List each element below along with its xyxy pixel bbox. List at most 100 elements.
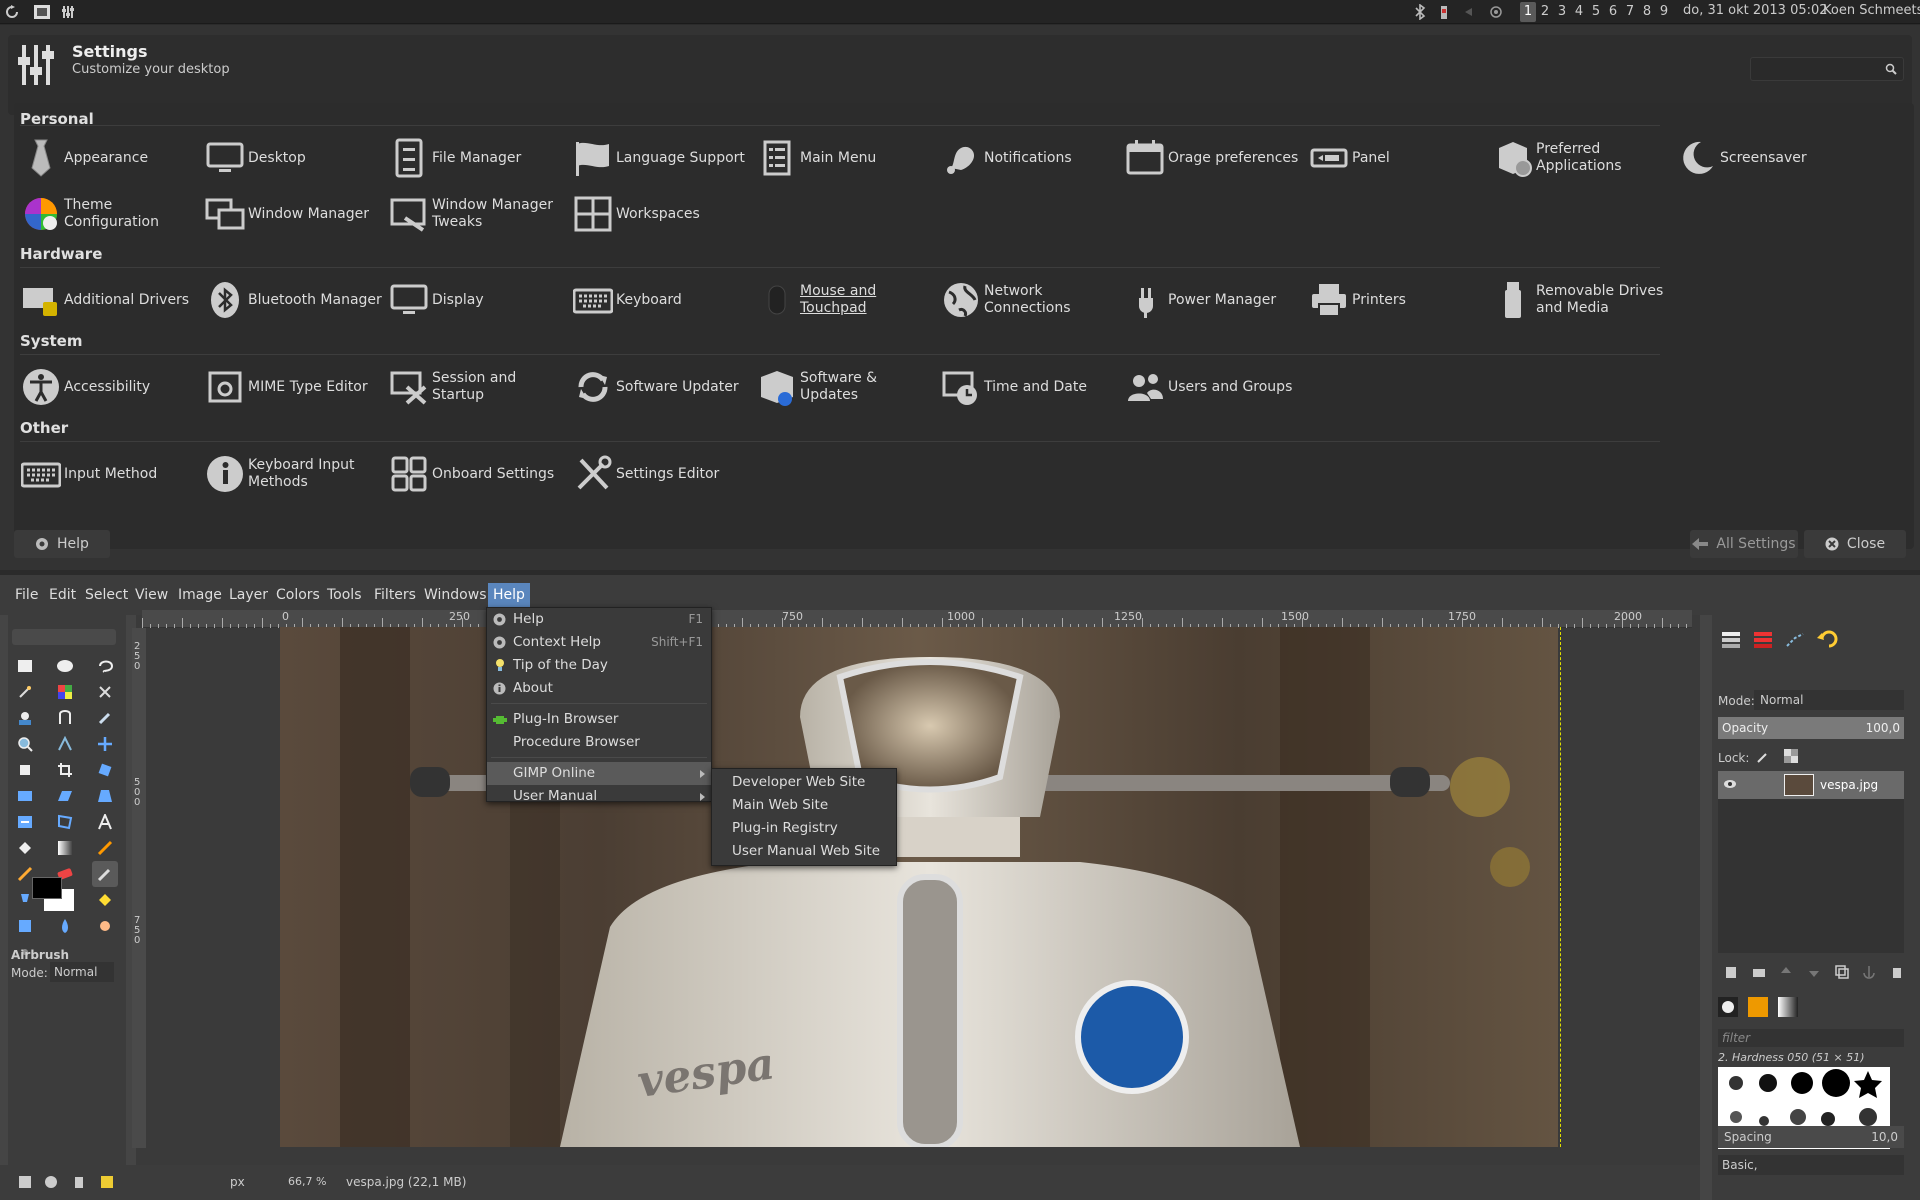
lasso-icon[interactable] xyxy=(92,653,118,679)
settings-item-appearance[interactable]: Appearance xyxy=(18,133,200,183)
eye-icon[interactable] xyxy=(1724,779,1736,789)
menu-view[interactable]: View xyxy=(130,583,173,607)
settings-item-software-updater[interactable]: Software Updater xyxy=(570,362,752,412)
settings-item-keyboard-input-methods[interactable]: Keyboard Input Methods xyxy=(202,449,384,499)
pencil-icon[interactable] xyxy=(92,835,118,861)
new-layer-icon[interactable] xyxy=(1724,965,1738,979)
anchor-layer-icon[interactable] xyxy=(1862,965,1876,979)
menu-select[interactable]: Select xyxy=(80,583,133,607)
settings-search-input[interactable] xyxy=(1750,57,1904,81)
rotate-icon[interactable] xyxy=(92,757,118,783)
settings-item-mime-type-editor[interactable]: MIME Type Editor xyxy=(202,362,384,412)
menu-layer[interactable]: Layer xyxy=(224,583,273,607)
close-button[interactable]: Close xyxy=(1804,530,1906,558)
scissors-icon[interactable] xyxy=(92,679,118,705)
shear-icon[interactable] xyxy=(52,783,78,809)
workspace-8[interactable]: 8 xyxy=(1639,2,1655,22)
measure-icon[interactable] xyxy=(52,731,78,757)
workspace-5[interactable]: 5 xyxy=(1588,2,1604,22)
ellipse-select-icon[interactable] xyxy=(52,653,78,679)
spacing-slider[interactable]: Spacing 10,0 xyxy=(1718,1126,1904,1148)
help-button[interactable]: Help xyxy=(14,530,110,558)
lock-pixels-icon[interactable] xyxy=(1756,750,1770,764)
color-picker-icon[interactable] xyxy=(92,705,118,731)
color-select-icon[interactable] xyxy=(52,679,78,705)
settings-item-workspaces[interactable]: Workspaces xyxy=(570,189,752,239)
menu-image[interactable]: Image xyxy=(173,583,227,607)
perspective-clone-icon[interactable] xyxy=(12,913,38,939)
submenu-item-developer-web-site[interactable]: Developer Web Site xyxy=(732,771,865,794)
workspace-9[interactable]: 9 xyxy=(1656,2,1672,22)
settings-item-removable-drives[interactable]: Removable Drives and Media xyxy=(1490,275,1690,325)
settings-item-preferred-applications[interactable]: Preferred Applications xyxy=(1490,133,1672,183)
workspace-4[interactable]: 4 xyxy=(1571,2,1587,22)
settings-item-theme-configuration[interactable]: Theme Configuration xyxy=(18,189,200,239)
settings-item-network-connections[interactable]: Network Connections xyxy=(938,275,1120,325)
zoom-select[interactable]: 66,7 % xyxy=(288,1175,326,1188)
window-list-icon[interactable] xyxy=(32,2,52,22)
patterns-tab-icon[interactable] xyxy=(1748,997,1768,1017)
settings-item-desktop[interactable]: Desktop xyxy=(202,133,384,183)
settings-item-display[interactable]: Display xyxy=(386,275,568,325)
brush-preset-select[interactable]: Basic, xyxy=(1718,1155,1904,1175)
settings-item-settings-editor[interactable]: Settings Editor xyxy=(570,449,752,499)
vertical-ruler[interactable]: 2 5 0 5 0 0 7 5 0 xyxy=(132,628,146,1148)
move-icon[interactable] xyxy=(92,731,118,757)
settings-item-accessibility[interactable]: Accessibility xyxy=(18,362,200,412)
lock-alpha-icon[interactable] xyxy=(1784,749,1798,763)
settings-item-main-menu[interactable]: Main Menu xyxy=(754,133,936,183)
settings-item-window-manager-tweaks[interactable]: Window Manager Tweaks xyxy=(386,189,568,239)
workspace-3[interactable]: 3 xyxy=(1554,2,1570,22)
settings-item-file-manager[interactable]: File Manager xyxy=(386,133,568,183)
settings-item-screensaver[interactable]: Screensaver xyxy=(1674,133,1856,183)
foreground-select-icon[interactable] xyxy=(12,705,38,731)
fuzzy-select-icon[interactable] xyxy=(12,679,38,705)
settings-item-keyboard[interactable]: Keyboard xyxy=(570,275,752,325)
bluetooth-tray-icon[interactable] xyxy=(1410,2,1430,22)
foreground-color-swatch[interactable] xyxy=(32,877,62,899)
settings-item-window-manager[interactable]: Window Manager xyxy=(202,189,384,239)
menu-filters[interactable]: Filters xyxy=(369,583,421,607)
volume-icon[interactable] xyxy=(1458,2,1478,22)
crop-icon[interactable] xyxy=(52,757,78,783)
tool-options-mode-select[interactable]: Normal xyxy=(50,962,114,982)
cage-transform-icon[interactable] xyxy=(52,809,78,835)
settings-item-time-and-date[interactable]: Time and Date xyxy=(938,362,1120,412)
text-icon[interactable] xyxy=(92,809,118,835)
zoom-icon[interactable] xyxy=(12,731,38,757)
opacity-slider[interactable]: Opacity 100,0 xyxy=(1718,717,1904,739)
menu-file[interactable]: File xyxy=(10,583,43,607)
settings-item-input-method[interactable]: Input Method xyxy=(18,449,200,499)
brush-filter-input[interactable]: filter xyxy=(1718,1029,1904,1047)
heal-icon[interactable] xyxy=(92,887,118,913)
perspective-icon[interactable] xyxy=(92,783,118,809)
rect-select-icon[interactable] xyxy=(12,653,38,679)
settings-item-power-manager[interactable]: Power Manager xyxy=(1122,275,1304,325)
submenu-item-main-web-site[interactable]: Main Web Site xyxy=(732,794,828,817)
blend-icon[interactable] xyxy=(52,835,78,861)
menu-item-gimp-online[interactable]: GIMP Online xyxy=(487,762,711,785)
raise-layer-icon[interactable] xyxy=(1779,965,1793,979)
settings-item-bluetooth-manager[interactable]: Bluetooth Manager xyxy=(202,275,384,325)
layers-mode-select[interactable]: Normal xyxy=(1754,690,1904,710)
align-icon[interactable] xyxy=(12,757,38,783)
settings-item-language-support[interactable]: Language Support xyxy=(570,133,752,183)
all-settings-button[interactable]: All Settings xyxy=(1690,530,1798,558)
undo-history-icon[interactable] xyxy=(1816,629,1838,649)
unit-select[interactable]: px xyxy=(230,1175,245,1189)
submenu-item-user-manual-web-site[interactable]: User Manual Web Site xyxy=(732,840,880,863)
menu-tools[interactable]: Tools xyxy=(322,583,367,607)
paths-tab-icon[interactable] xyxy=(1784,629,1806,649)
delete-layer-icon[interactable] xyxy=(1890,965,1904,979)
settings-launcher-icon[interactable] xyxy=(58,2,78,22)
scale-icon[interactable] xyxy=(12,783,38,809)
layer-row[interactable]: vespa.jpg xyxy=(1718,771,1904,799)
restore-options-icon[interactable] xyxy=(44,1175,58,1189)
smudge-icon[interactable] xyxy=(92,913,118,939)
settings-item-session-and-startup[interactable]: Session and Startup xyxy=(386,362,568,412)
logout-icon[interactable] xyxy=(2,2,22,22)
settings-item-additional-drivers[interactable]: Additional Drivers xyxy=(18,275,200,325)
workspace-2[interactable]: 2 xyxy=(1537,2,1553,22)
menu-item-user-manual[interactable]: User Manual xyxy=(487,785,711,808)
bucket-fill-icon[interactable] xyxy=(12,835,38,861)
